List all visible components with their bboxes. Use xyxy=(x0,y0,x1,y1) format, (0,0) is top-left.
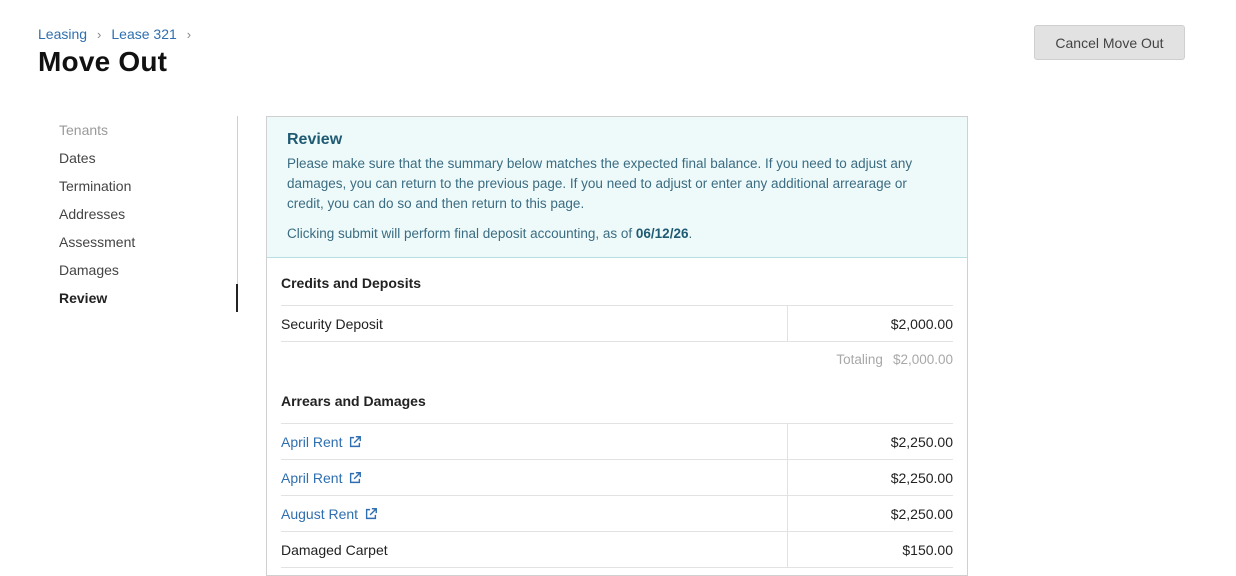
charge-amount: $2,250.00 xyxy=(890,469,953,486)
credits-total: Totaling $2,000.00 xyxy=(281,342,953,376)
step-damages[interactable]: Damages xyxy=(59,256,239,284)
active-step-indicator xyxy=(236,284,238,312)
charge-amount: $150.00 xyxy=(902,541,953,558)
step-addresses[interactable]: Addresses xyxy=(59,200,239,228)
charge-amount: $2,250.00 xyxy=(890,505,953,522)
breadcrumb: Leasing › Lease 321 › xyxy=(38,26,201,42)
charge-label: April Rent xyxy=(281,469,343,486)
table-row: Security Deposit $2,000.00 xyxy=(281,306,953,342)
external-link-icon xyxy=(365,507,378,519)
chevron-right-icon: › xyxy=(97,26,102,42)
arrears-section: Arrears and Damages April Rent $2,250.00… xyxy=(267,376,967,568)
step-tenants: Tenants xyxy=(59,122,109,138)
credit-label: Security Deposit xyxy=(281,306,788,341)
credit-amount: $2,000.00 xyxy=(890,315,953,332)
step-navigation-divider xyxy=(237,116,238,311)
step-assessment[interactable]: Assessment xyxy=(59,228,239,256)
page-title: Move Out xyxy=(38,46,168,77)
charge-link[interactable]: April Rent xyxy=(281,460,788,495)
step-review[interactable]: Review xyxy=(59,284,239,312)
step-dates[interactable]: Dates xyxy=(59,144,239,172)
table-row: April Rent $2,250.00 xyxy=(281,424,953,460)
table-row: Damaged Carpet $150.00 xyxy=(281,532,953,568)
table-row: April Rent $2,250.00 xyxy=(281,460,953,496)
arrears-section-title: Arrears and Damages xyxy=(281,376,953,424)
review-title: Review xyxy=(287,131,343,148)
chevron-right-icon: › xyxy=(186,26,192,42)
charge-label: Damaged Carpet xyxy=(281,532,788,567)
total-value: $2,000.00 xyxy=(892,351,953,367)
review-instructions: Please make sure that the summary below … xyxy=(287,156,913,211)
charge-amount: $2,250.00 xyxy=(890,433,953,450)
external-link-icon xyxy=(350,471,362,483)
review-panel: Review Please make sure that the summary… xyxy=(266,116,968,576)
charge-label: August Rent xyxy=(281,505,359,522)
external-link-icon xyxy=(350,435,362,447)
submit-notice: Clicking submit will perform final depos… xyxy=(287,224,947,244)
step-termination[interactable]: Termination xyxy=(59,172,239,200)
cancel-move-out-button[interactable]: Cancel Move Out xyxy=(1034,25,1185,60)
submit-notice-text: Clicking submit will perform final depos… xyxy=(287,226,636,241)
charge-link[interactable]: August Rent xyxy=(281,496,788,531)
review-notice: Review Please make sure that the summary… xyxy=(267,117,967,258)
submit-date: 06/12/26 xyxy=(635,226,689,241)
charge-label: April Rent xyxy=(281,433,343,450)
step-navigation: Tenants Dates Termination Addresses Asse… xyxy=(59,116,239,312)
total-label: Totaling xyxy=(836,351,883,367)
breadcrumb-link-lease[interactable]: Lease 321 xyxy=(111,26,176,42)
breadcrumb-link-leasing[interactable]: Leasing xyxy=(38,26,87,42)
credits-section: Credits and Deposits Security Deposit $2… xyxy=(267,258,967,376)
credits-section-title: Credits and Deposits xyxy=(281,258,953,306)
table-row: August Rent $2,250.00 xyxy=(281,496,953,532)
charge-link[interactable]: April Rent xyxy=(281,424,788,459)
submit-notice-suffix: . xyxy=(688,226,693,241)
